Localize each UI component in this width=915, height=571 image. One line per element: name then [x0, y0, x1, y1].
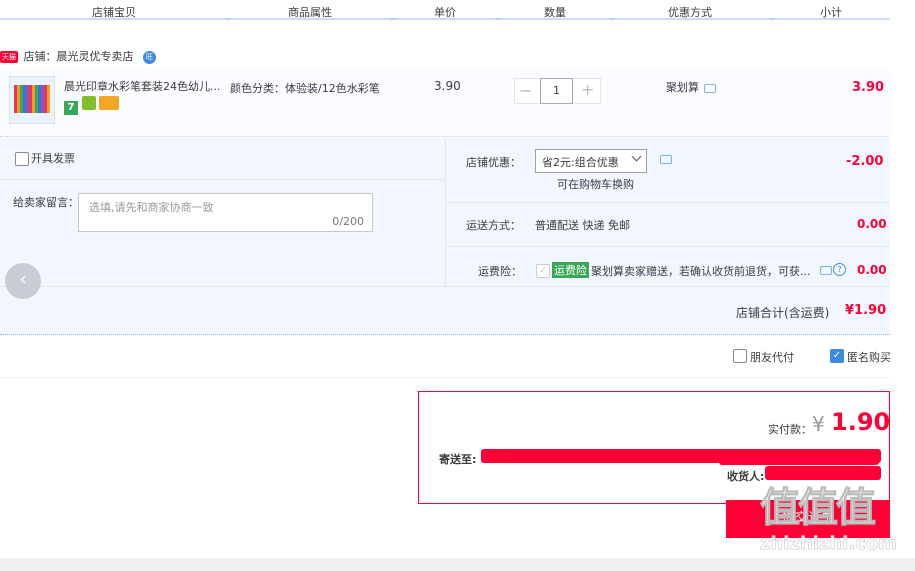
shop-name[interactable]: 晨光灵优专卖店	[57, 50, 134, 63]
shop-total-value: ¥1.90	[845, 303, 887, 318]
shop-discount-value: -2.00	[846, 154, 884, 169]
invoice-label: 开具发票	[31, 152, 75, 165]
shop-line: 天猫 店铺：晨光灵优专卖店 旺	[0, 48, 156, 66]
shop-discount-label: 店铺优惠：	[466, 156, 521, 169]
ship-to-label: 寄送至:	[439, 453, 477, 466]
message-placeholder: 选填,请先和商家协商一致	[89, 201, 214, 214]
insurance-value: 0.00	[857, 263, 887, 277]
shipping-value: 0.00	[857, 217, 887, 231]
message-label: 给卖家留言：	[13, 196, 79, 209]
help-icon[interactable]: ?	[833, 263, 846, 276]
qty-input[interactable]: 1	[540, 78, 573, 104]
qty-plus-button[interactable]: +	[581, 80, 594, 99]
shipping-label: 运送方式：	[466, 219, 521, 232]
comment-icon[interactable]	[820, 266, 832, 275]
comment-icon[interactable]	[704, 84, 716, 93]
watermark-site: zhizhizhi.com	[760, 533, 898, 555]
shop-total-label: 店铺合计(含运费)	[736, 306, 830, 320]
message-input[interactable]: 选填,请先和商家协商一致 0/200	[78, 193, 373, 232]
address-redaction	[719, 458, 879, 465]
watermark-logo: 值值值	[760, 485, 877, 532]
service-icons: 7	[64, 96, 119, 115]
invoice-checkbox[interactable]	[15, 152, 29, 166]
anonymous-checkbox[interactable]: ✓	[830, 349, 844, 363]
quantity-stepper: − 1 +	[514, 78, 601, 104]
anonymous-label: 匿名购买	[847, 351, 891, 364]
shop-label: 店铺：	[23, 50, 57, 63]
comment-icon[interactable]	[660, 155, 672, 164]
friend-pay-checkbox[interactable]	[733, 349, 747, 363]
product-attribute: 颜色分类：体验装/12色水彩笔	[230, 82, 380, 95]
tmall-badge: 天猫	[0, 51, 18, 63]
insurance-tag: 运费险	[552, 262, 589, 278]
friend-pay-label: 朋友代付	[750, 351, 794, 364]
shop-discount-select[interactable]: 省2元:组合优惠	[535, 149, 647, 173]
pay-amount: 1.90	[831, 408, 891, 436]
item-subtotal: 3.90	[852, 80, 885, 95]
quality-icon	[81, 96, 96, 110]
item-row: 晨光印章水彩笔套装24色幼儿... 7 颜色分类：体验装/12色水彩笔 3.90…	[0, 70, 890, 137]
product-title[interactable]: 晨光印章水彩笔套装24色幼儿...	[64, 78, 224, 94]
chevron-down-icon	[631, 151, 642, 162]
product-thumbnail[interactable]	[9, 76, 55, 124]
insurance-desc: 聚划算卖家赠送，若确认收货前退货，可获...	[591, 265, 811, 278]
unit-price: 3.90	[434, 79, 461, 93]
shop-discount-note[interactable]: 可在购物车换购	[557, 176, 634, 192]
insurance-checkbox[interactable]: ✓	[536, 264, 550, 278]
chat-icon[interactable]: 旺	[143, 50, 156, 64]
card-icon	[99, 96, 119, 110]
insurance-label: 运费险：	[478, 265, 522, 278]
footer-bar	[0, 558, 915, 571]
promo-label: 聚划算	[666, 81, 699, 94]
shipping-method: 普通配送 快递 免邮	[535, 219, 630, 232]
qty-minus-button[interactable]: −	[519, 81, 532, 100]
pay-currency: ¥	[812, 412, 825, 436]
pay-label: 实付款：	[768, 423, 812, 436]
shop-discount-selected: 省2元:组合优惠	[542, 156, 619, 169]
cart-header: 店铺宝贝 商品属性 单价 数量 优惠方式 小计	[0, 0, 890, 20]
seven-day-return-icon: 7	[64, 101, 78, 115]
prev-arrow-button[interactable]: ‹	[5, 263, 41, 299]
receiver-label: 收货人:	[727, 470, 765, 483]
order-options: 开具发票 给卖家留言： 选填,请先和商家协商一致 0/200 店铺优惠： 省2元…	[0, 138, 890, 335]
message-counter: 0/200	[332, 215, 364, 228]
watermark: 值值值 zhizhizhi.com	[760, 475, 910, 565]
